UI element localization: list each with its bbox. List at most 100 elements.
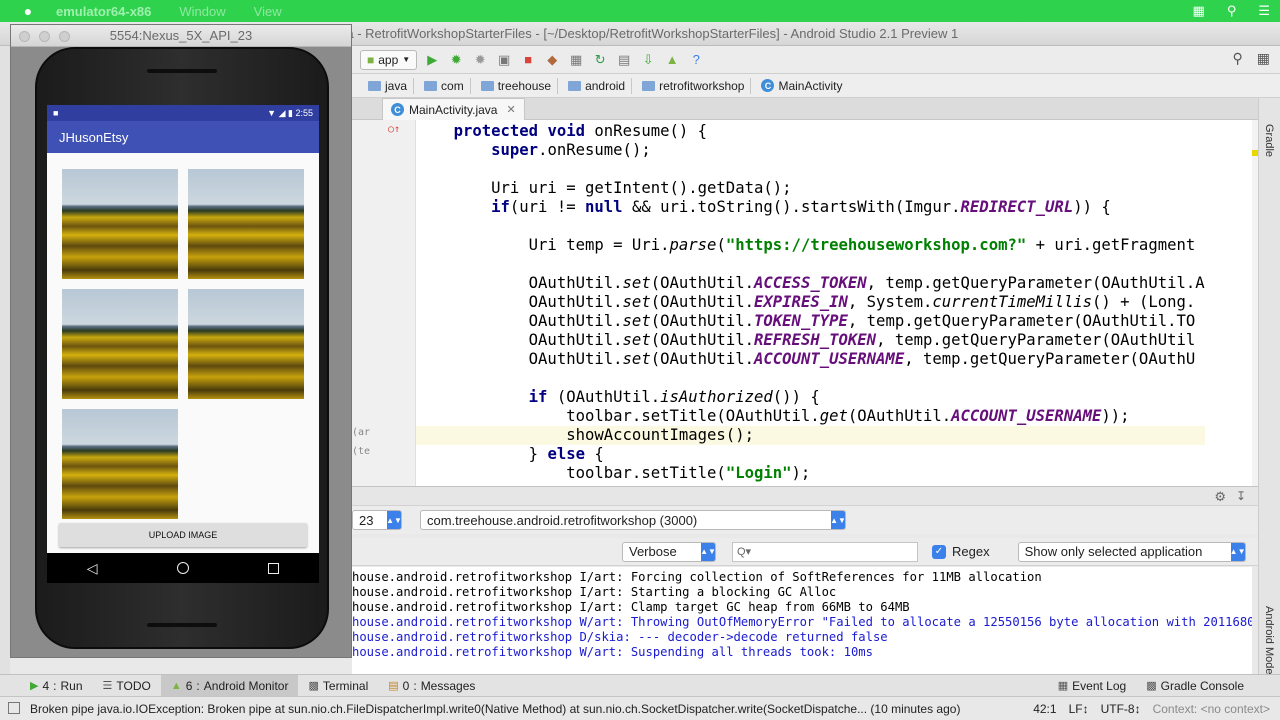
recents-icon[interactable] (268, 562, 280, 574)
android-device-monitor-icon[interactable]: ▲ (663, 51, 681, 69)
code-editor[interactable]: protected void onResume() { super.onResu… (416, 120, 1252, 486)
log-line[interactable]: house.android.retrofitworkshop D/skia: -… (352, 630, 1252, 645)
file-encoding[interactable]: UTF-8↕ (1101, 702, 1141, 716)
search-everywhere-icon[interactable]: ⚲ (1233, 50, 1243, 67)
upload-image-button[interactable]: UPLOAD IMAGE (59, 523, 307, 547)
code-line[interactable]: OAuthUtil.set(OAuthUtil.REFRESH_TOKEN, t… (416, 331, 1205, 350)
code-line[interactable]: toolbar.setTitle(OAuthUtil.get(OAuthUtil… (416, 407, 1205, 426)
stop-icon[interactable]: ■ (519, 51, 537, 69)
zoom-window-icon[interactable] (59, 31, 70, 42)
hide-panel-icon[interactable]: ↧ (1236, 489, 1246, 503)
status-message[interactable]: Broken pipe java.io.IOException: Broken … (0, 702, 1033, 716)
code-line[interactable] (416, 255, 1205, 274)
android-model-tool-label[interactable]: Android Model (1263, 606, 1275, 677)
project-structure-icon[interactable]: ▦ (567, 51, 585, 69)
logcat-filter-select[interactable]: Show only selected application ▲▼ (1017, 541, 1246, 562)
code-line[interactable]: if (OAuthUtil.isAuthorized()) { (416, 388, 1205, 407)
avd-manager-icon[interactable]: ▤ (615, 51, 633, 69)
log-line[interactable]: house.android.retrofitworkshop W/art: Su… (352, 645, 1252, 660)
log-line[interactable]: house.android.retrofitworkshop I/art: St… (352, 585, 1252, 600)
code-line[interactable]: OAuthUtil.set(OAuthUtil.EXPIRES_IN, Syst… (416, 293, 1205, 312)
tab-gradle-console[interactable]: ▩ Gradle Console (1136, 675, 1254, 697)
menu-window[interactable]: Window (179, 4, 225, 19)
process-select[interactable]: com.treehouse.android.retrofitworkshop (… (420, 510, 846, 530)
debug-icon[interactable]: ✹ (447, 51, 465, 69)
phone-frame: ■ ▼ ◢ ▮ 2:55 JHusonEtsy UPLOAD IMAGE ◁ (35, 47, 329, 649)
breadcrumb-retrofitworkshop[interactable]: retrofitworkshop (636, 77, 752, 94)
logcat-output[interactable]: house.android.retrofitworkshop I/art: Fo… (352, 567, 1252, 689)
wifi-icon: ▼ (267, 107, 277, 118)
menu-app-name[interactable]: emulator64-x86 (56, 4, 151, 19)
code-line[interactable]: OAuthUtil.set(OAuthUtil.TOKEN_TYPE, temp… (416, 312, 1205, 331)
image-thumbnail[interactable] (62, 409, 178, 519)
code-line[interactable]: Uri temp = Uri.parse("https://treehousew… (416, 236, 1205, 255)
image-thumbnail[interactable] (62, 289, 178, 399)
device-select[interactable]: 23 ▲▼ (352, 510, 402, 530)
chevron-updown-icon: ▲▼ (830, 511, 846, 529)
tab-label: MainActivity.java (409, 102, 498, 117)
code-line[interactable]: OAuthUtil.set(OAuthUtil.ACCOUNT_USERNAME… (416, 350, 1205, 369)
gutter-mark-1: (ar (352, 427, 371, 438)
log-level-select[interactable]: Verbose ▲▼ (622, 541, 716, 562)
apple-icon[interactable]: ● (0, 3, 56, 19)
structure-icon[interactable]: ◆ (543, 51, 561, 69)
image-thumbnail[interactable] (188, 169, 304, 279)
search-icon[interactable]: ⚲ (1227, 3, 1237, 19)
code-line[interactable]: protected void onResume() { (416, 122, 1205, 141)
event-log-icon: ▦ (1057, 680, 1069, 692)
code-line[interactable]: OAuthUtil.set(OAuthUtil.ACCESS_TOKEN, te… (416, 274, 1205, 293)
sdk-manager-icon[interactable]: ⇩ (639, 51, 657, 69)
logcat-search-input[interactable]: Q▾ (732, 541, 918, 562)
line-separator[interactable]: LF↕ (1069, 702, 1089, 716)
code-line[interactable] (416, 160, 1205, 179)
code-line[interactable]: showAccountImages(); (416, 426, 1205, 445)
breadcrumb-mainactivity[interactable]: C MainActivity (755, 78, 848, 94)
event-icon[interactable]: ▦ (1257, 50, 1270, 67)
tab-messages[interactable]: ▤ 0: Messages (378, 675, 485, 697)
menu-view[interactable]: View (254, 4, 282, 19)
code-line[interactable] (416, 369, 1205, 388)
code-line[interactable]: toolbar.setTitle("Login"); (416, 464, 1205, 483)
tab-mainactivity-java[interactable]: C MainActivity.java ✕ (382, 98, 525, 120)
breadcrumb-com[interactable]: com (418, 77, 471, 94)
tab-terminal[interactable]: ▩ Terminal (298, 675, 378, 697)
regex-checkbox[interactable]: ✓ (932, 544, 946, 559)
tab-todo[interactable]: ☰ TODO (93, 675, 161, 697)
tab-run[interactable]: ▶ 4: Run (20, 675, 93, 697)
attach-debugger-icon[interactable]: ✹ (471, 51, 489, 69)
code-line[interactable]: Uri uri = getIntent().getData(); (416, 179, 1205, 198)
back-icon[interactable]: ◁ (87, 560, 98, 577)
tab-android-monitor[interactable]: ▲ 6: Android Monitor (160, 674, 299, 697)
gear-icon[interactable]: ⚙ (1214, 489, 1226, 505)
help-icon[interactable]: ? (687, 51, 705, 69)
minimize-window-icon[interactable] (39, 31, 50, 42)
image-thumbnail[interactable] (62, 169, 178, 279)
home-icon[interactable] (176, 562, 189, 574)
code-line[interactable] (416, 217, 1205, 236)
close-window-icon[interactable] (19, 31, 30, 42)
status-toggle-icon[interactable] (8, 702, 20, 714)
sync-gradle-icon[interactable]: ↻ (591, 51, 609, 69)
log-line[interactable]: house.android.retrofitworkshop W/art: Th… (352, 615, 1252, 630)
code-line[interactable]: } else { (416, 445, 1205, 464)
override-marker-icon[interactable]: ○↑ (388, 124, 400, 135)
run-config-select[interactable]: ■ app ▼ (360, 49, 418, 70)
breadcrumb-android[interactable]: android (562, 77, 633, 94)
image-thumbnail[interactable] (188, 289, 304, 399)
breadcrumb-treehouse[interactable]: treehouse (475, 77, 559, 94)
caret-position[interactable]: 42:1 (1033, 702, 1056, 716)
code-line[interactable]: if(uri != null && uri.toString().startsW… (416, 198, 1205, 217)
code-text[interactable]: protected void onResume() { super.onResu… (416, 122, 1205, 483)
monitor-icon[interactable]: ▣ (495, 51, 513, 69)
android-icon: ▲ (170, 679, 182, 692)
flag-icon[interactable]: ▦ (1193, 3, 1205, 19)
list-icon[interactable]: ☰ (1258, 3, 1270, 19)
code-line[interactable]: super.onResume(); (416, 141, 1205, 160)
log-line[interactable]: house.android.retrofitworkshop I/art: Fo… (352, 570, 1252, 585)
log-line[interactable]: house.android.retrofitworkshop I/art: Cl… (352, 600, 1252, 615)
tab-event-log[interactable]: ▦ Event Log (1048, 675, 1136, 697)
close-icon[interactable]: ✕ (506, 103, 515, 116)
run-icon[interactable]: ▶ (423, 51, 441, 69)
breadcrumb-java[interactable]: java (362, 77, 415, 94)
gradle-tool-label[interactable]: Gradle (1263, 124, 1275, 157)
